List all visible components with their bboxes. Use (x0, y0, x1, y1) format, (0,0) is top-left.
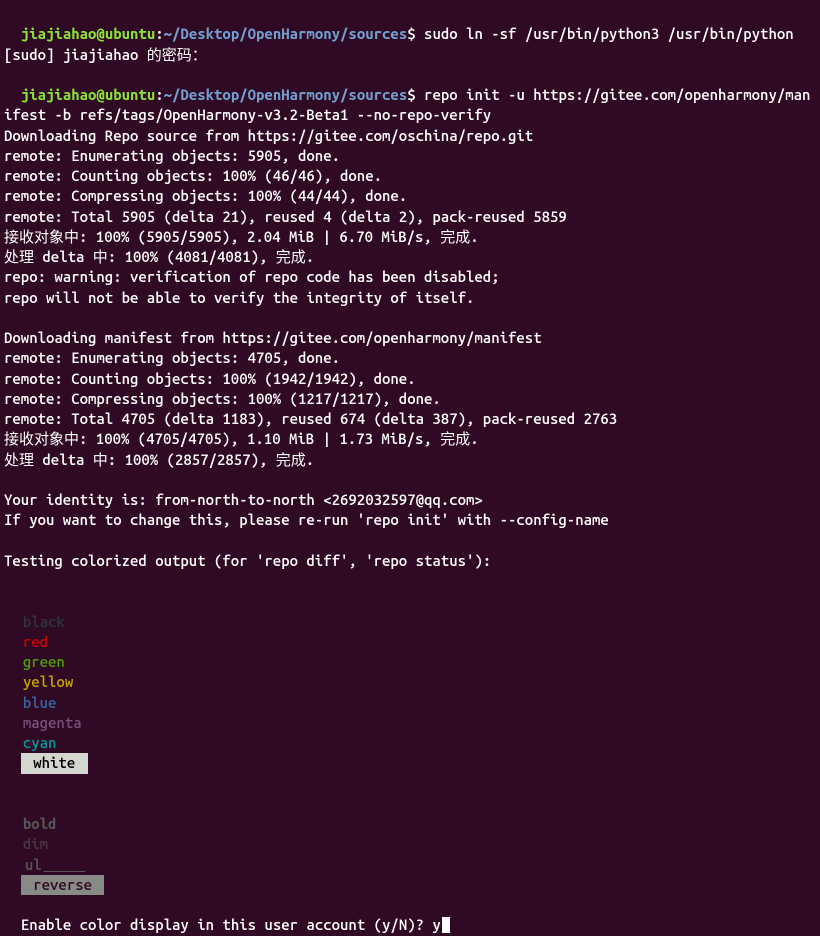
output-line: remote: Total 5905 (delta 21), reused 4 … (4, 207, 816, 227)
output-line: Downloading Repo source from https://git… (4, 126, 816, 146)
color-magenta: magenta (21, 713, 84, 733)
output-line: remote: Compressing objects: 100% (1217/… (4, 389, 816, 409)
color-red: red (21, 632, 50, 652)
output-line: 接收对象中: 100% (4705/4705), 1.10 MiB | 1.73… (4, 429, 816, 449)
output-line: remote: Enumerating objects: 5905, done. (4, 146, 816, 166)
output-line: 处理 delta 中: 100% (4081/4081), 完成. (4, 247, 816, 267)
output-line: 处理 delta 中: 100% (2857/2857), 完成. (4, 450, 816, 470)
output-line: remote: Total 4705 (delta 1183), reused … (4, 409, 816, 429)
output-line: remote: Counting objects: 100% (1942/194… (4, 369, 816, 389)
color-test-row-1: black red green yellow blue magenta cyan… (4, 571, 816, 774)
style-dim: dim (21, 834, 50, 854)
color-green: green (21, 652, 67, 672)
output-line: remote: Compressing objects: 100% (44/44… (4, 186, 816, 206)
sudo-password-line: [sudo] jiajiahao 的密码： (4, 45, 816, 65)
enable-color-question: Enable color display in this user accoun… (21, 916, 433, 933)
cwd-path: ~/Desktop/OpenHarmony/sources (164, 25, 408, 42)
cursor-icon (442, 917, 450, 933)
command-1 (416, 25, 424, 42)
prompt-line-2[interactable]: jiajiahao@ubuntu:~/Desktop/OpenHarmony/s… (4, 65, 816, 126)
output-line (4, 308, 816, 328)
output-line: repo will not be able to verify the inte… (4, 288, 816, 308)
output-line: Your identity is: from-north-to-north <2… (4, 490, 816, 510)
output-line (4, 470, 816, 490)
color-cyan: cyan (21, 733, 59, 753)
prompt-sep: : (155, 86, 163, 103)
prompt-symbol: $ (407, 86, 415, 103)
output-line: Testing colorized output (for 'repo diff… (4, 551, 816, 571)
output-line: If you want to change this, please re-ru… (4, 510, 816, 530)
prompt-sep: : (155, 25, 163, 42)
color-white: white (21, 753, 88, 773)
style-ul: ul (21, 855, 88, 875)
output-line: remote: Counting objects: 100% (46/46), … (4, 166, 816, 186)
enable-color-prompt[interactable]: Enable color display in this user accoun… (4, 895, 816, 936)
output-line: remote: Enumerating objects: 4705, done. (4, 348, 816, 368)
style-bold: bold (21, 814, 59, 834)
output-line: 接收对象中: 100% (5905/5905), 2.04 MiB | 6.70… (4, 227, 816, 247)
command-1-text: sudo ln -sf /usr/bin/python3 /usr/bin/py… (424, 25, 794, 42)
user-host: jiajiahao@ubuntu (21, 86, 155, 103)
color-blue: blue (21, 693, 59, 713)
style-reverse: reverse (21, 875, 105, 895)
output-line (4, 531, 816, 551)
output-line: repo: warning: verification of repo code… (4, 267, 816, 287)
user-host: jiajiahao@ubuntu (21, 25, 155, 42)
color-test-row-2: bold dim ul reverse (4, 774, 816, 896)
prompt-line-1[interactable]: jiajiahao@ubuntu:~/Desktop/OpenHarmony/s… (4, 4, 816, 45)
prompt-symbol: $ (407, 25, 415, 42)
color-yellow: yellow (21, 672, 75, 692)
enable-color-input[interactable]: y (432, 916, 440, 933)
output-line: Downloading manifest from https://gitee.… (4, 328, 816, 348)
cwd-path: ~/Desktop/OpenHarmony/sources (164, 86, 408, 103)
